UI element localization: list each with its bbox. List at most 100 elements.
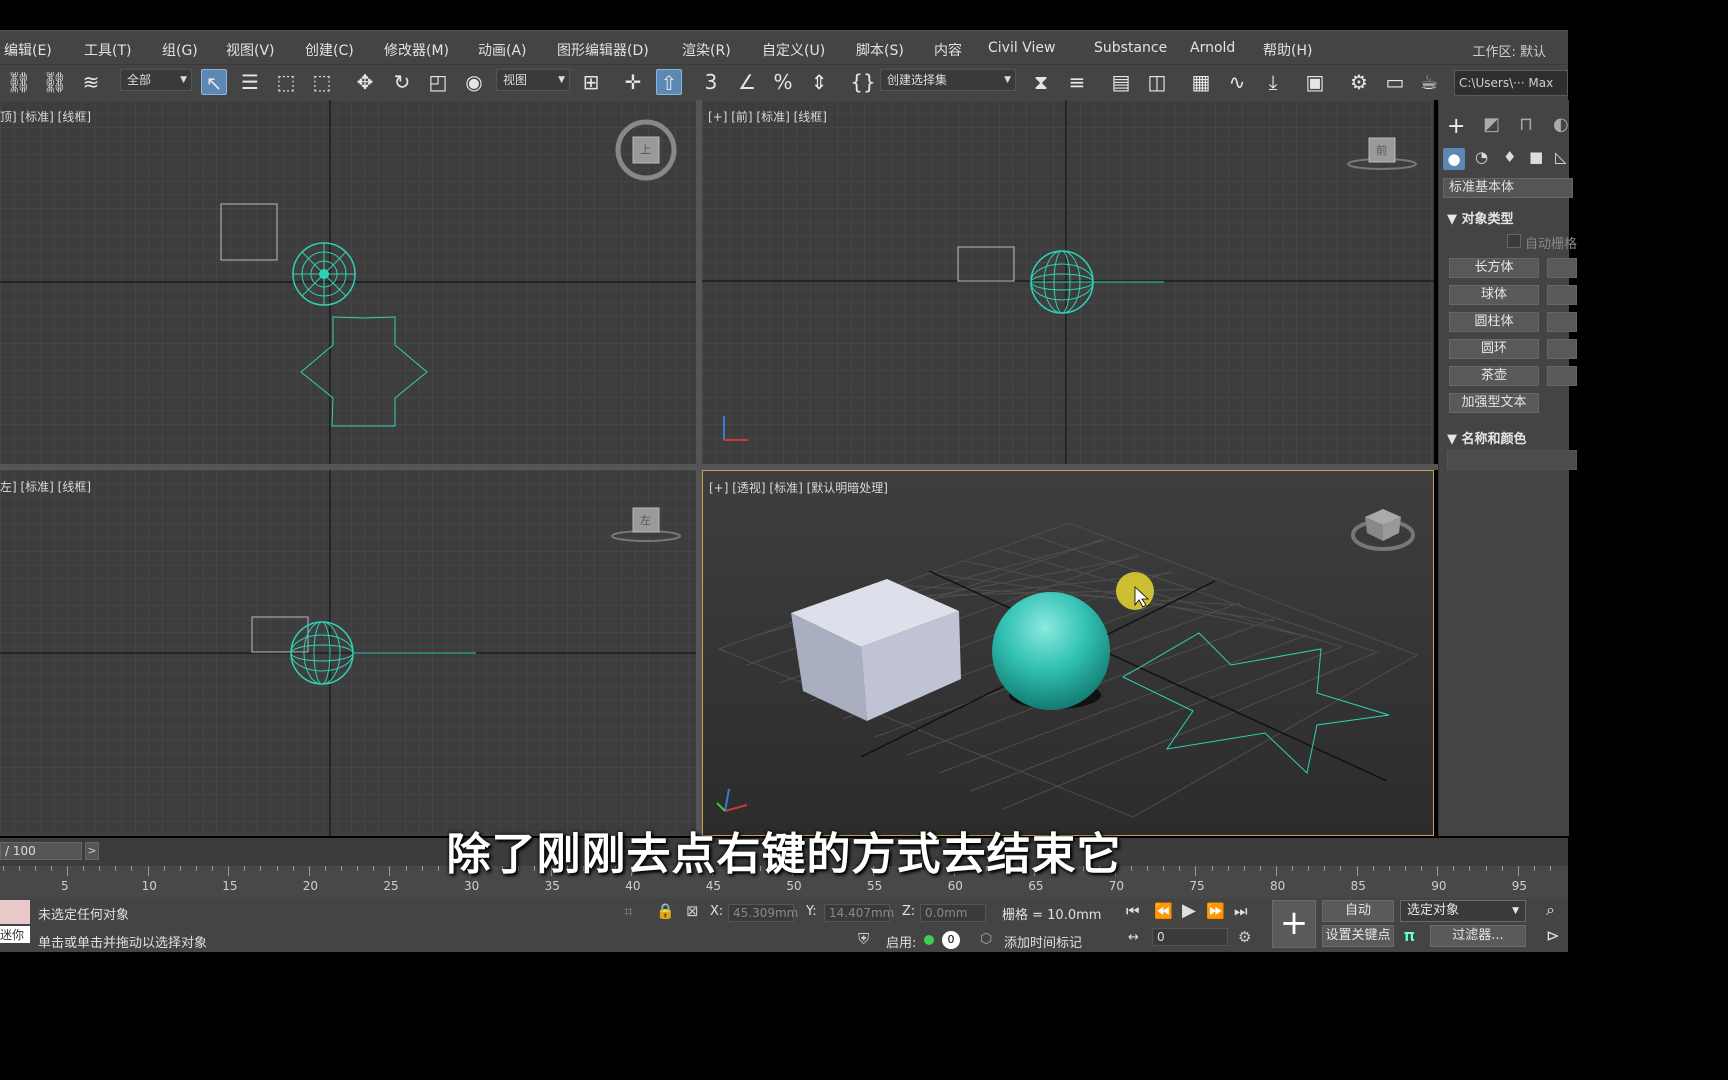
maxscript-listener-color[interactable] <box>0 900 30 924</box>
goto-start-icon[interactable]: ⏮ <box>1126 902 1140 920</box>
viewcube-left-face[interactable]: 左 <box>640 512 651 528</box>
box-wireframe[interactable] <box>220 203 278 261</box>
key-filters-button[interactable]: 过滤器... <box>1430 925 1526 947</box>
viewcube-top-face[interactable]: 上 <box>640 141 651 157</box>
selection-filter-dropdown[interactable]: 全部 ▼ <box>120 69 192 91</box>
align-icon[interactable]: ≡ <box>1064 69 1090 95</box>
textplus-button[interactable]: 加强型文本 <box>1449 393 1539 413</box>
helpers-icon[interactable]: ◺ <box>1555 148 1567 166</box>
cone-button[interactable] <box>1547 258 1577 278</box>
menu-help[interactable]: 帮助(H) <box>1263 40 1312 60</box>
rotate-icon[interactable]: ↻ <box>389 69 415 95</box>
hierarchy-tab-icon[interactable]: ⊓ <box>1519 114 1533 135</box>
render-production-icon[interactable]: ☕ <box>1416 69 1442 95</box>
geometry-icon[interactable]: ● <box>1443 148 1465 170</box>
menu-scripting[interactable]: 脚本(S) <box>856 40 904 60</box>
menu-content[interactable]: 内容 <box>934 40 962 60</box>
pan-icon[interactable]: ⊳ <box>1546 926 1559 945</box>
geosphere-button[interactable] <box>1547 285 1577 305</box>
select-manipulate-icon[interactable]: ✛ <box>620 69 646 95</box>
lights-icon[interactable]: ♦ <box>1503 148 1516 166</box>
menu-create[interactable]: 创建(C) <box>305 40 354 60</box>
menu-tools[interactable]: 工具(T) <box>84 40 131 60</box>
object-type-rollout[interactable]: ▼ 对象类型 <box>1447 208 1514 227</box>
snap-toggle-icon[interactable]: 3 <box>698 69 724 95</box>
create-tab-icon[interactable]: + <box>1447 114 1465 139</box>
menu-customize[interactable]: 自定义(U) <box>762 40 825 60</box>
placement-icon[interactable]: ◉ <box>461 69 487 95</box>
rendered-frame-window-icon[interactable]: ▭ <box>1382 69 1408 95</box>
menu-edit[interactable]: 编辑(E) <box>4 40 52 60</box>
menu-arnold[interactable]: Arnold <box>1190 40 1235 56</box>
reference-coordinate-dropdown[interactable]: 视图 ▼ <box>496 69 570 91</box>
menu-civil-view[interactable]: Civil View <box>988 40 1055 56</box>
select-by-name-icon[interactable]: ☰ <box>237 69 263 95</box>
box-wireframe[interactable] <box>957 246 1015 282</box>
link-icon[interactable]: ⛓ <box>6 69 32 95</box>
time-config-icon[interactable]: ⚙ <box>1238 928 1251 946</box>
star-spline[interactable] <box>300 316 428 427</box>
key-mode-icon[interactable]: ↔ <box>1128 930 1139 945</box>
keyboard-shortcut-override-icon[interactable]: ⇧ <box>656 69 682 95</box>
tube-button[interactable] <box>1547 312 1577 332</box>
menu-modifiers[interactable]: 修改器(M) <box>384 40 449 60</box>
auto-key-button[interactable]: 自动 <box>1322 900 1394 922</box>
render-setup-icon[interactable]: ⚙ <box>1346 69 1372 95</box>
viewport-left[interactable]: 左] [标准] [线框] 左 <box>0 470 696 836</box>
viewcube-perspective[interactable] <box>1351 509 1415 551</box>
box-wireframe[interactable] <box>251 616 309 653</box>
scale-icon[interactable]: ◰ <box>425 69 451 95</box>
autogrid-checkbox[interactable] <box>1507 234 1521 248</box>
percent-snap-icon[interactable]: % <box>770 69 796 95</box>
goto-end-icon[interactable]: ⏭ <box>1234 902 1248 920</box>
menu-group[interactable]: 组(G) <box>162 40 198 60</box>
box-object[interactable] <box>791 579 961 721</box>
sphere-wireframe[interactable] <box>1030 250 1094 314</box>
window-crossing-icon[interactable]: ⬚ <box>309 69 335 95</box>
absolute-mode-icon[interactable]: ⊠ <box>686 902 699 920</box>
time-tag-icon[interactable]: ⬡ <box>980 931 992 947</box>
box-button[interactable]: 长方体 <box>1449 258 1539 278</box>
angle-snap-icon[interactable]: ∠ <box>734 69 760 95</box>
modify-tab-icon[interactable]: ◩ <box>1483 114 1500 135</box>
motion-tab-icon[interactable]: ◐ <box>1553 114 1569 135</box>
pyramid-button[interactable] <box>1547 339 1577 359</box>
selection-lock-icon[interactable]: 🔒 <box>656 902 675 920</box>
zoom-icon[interactable]: ⌕ <box>1546 900 1555 920</box>
sphere-object[interactable] <box>992 592 1110 710</box>
menu-animation[interactable]: 动画(A) <box>478 40 527 60</box>
key-set-dropdown[interactable]: 选定对象 ▼ <box>1400 900 1526 922</box>
workspace-selector[interactable]: 工作区: 默认 <box>1472 41 1546 60</box>
sphere-button[interactable]: 球体 <box>1449 285 1539 305</box>
x-coordinate-field[interactable]: 45.309mm <box>728 904 798 922</box>
menu-graph-editors[interactable]: 图形编辑器(D) <box>557 40 649 60</box>
menu-rendering[interactable]: 渲染(R) <box>682 40 731 60</box>
material-editor-icon[interactable]: ▣ <box>1302 69 1328 95</box>
layer-explorer-icon[interactable]: ◫ <box>1144 69 1170 95</box>
adaptive-degradation-icon[interactable]: ⛨ <box>858 930 869 948</box>
key-mode-toggle-icon[interactable]: 𝛑 <box>1404 926 1415 946</box>
previous-frame-icon[interactable]: ⏪ <box>1154 902 1173 920</box>
y-coordinate-field[interactable]: 14.407mm <box>824 904 894 922</box>
project-path-field[interactable]: C:\Users\··· Max <box>1454 70 1568 96</box>
viewport-front[interactable]: [+] [前] [标准] [线框] 前 <box>702 100 1434 464</box>
enable-status-dot[interactable] <box>924 935 934 945</box>
name-color-rollout[interactable]: ▼ 名称和颜色 <box>1447 428 1527 447</box>
set-key-icon[interactable]: + <box>1272 900 1316 948</box>
bind-spacewarp-icon[interactable]: ≋ <box>78 69 104 95</box>
edit-named-selection-icon[interactable]: {} <box>850 69 876 95</box>
schematic-view-icon[interactable]: ⤓ <box>1260 69 1286 95</box>
z-coordinate-field[interactable]: 0.0mm <box>920 904 986 922</box>
viewcube-front-face[interactable]: 前 <box>1376 142 1387 158</box>
named-selection-dropdown[interactable]: 创建选择集 ▼ <box>880 69 1016 91</box>
cylinder-button[interactable]: 圆柱体 <box>1449 312 1539 332</box>
set-key-button[interactable]: 设置关键点 <box>1322 925 1394 947</box>
mirror-icon[interactable]: ⧗ <box>1028 69 1054 95</box>
next-key-icon[interactable]: ⏩ <box>1206 902 1225 920</box>
scene-explorer-icon[interactable]: ▤ <box>1108 69 1134 95</box>
maxscript-mini-listener[interactable]: 迷你 <box>0 926 30 943</box>
select-object-icon[interactable]: ↖ <box>201 69 227 95</box>
toggle-ribbon-icon[interactable]: ▦ <box>1188 69 1214 95</box>
pivot-center-icon[interactable]: ⊞ <box>578 69 604 95</box>
cameras-icon[interactable]: ■ <box>1529 148 1543 166</box>
